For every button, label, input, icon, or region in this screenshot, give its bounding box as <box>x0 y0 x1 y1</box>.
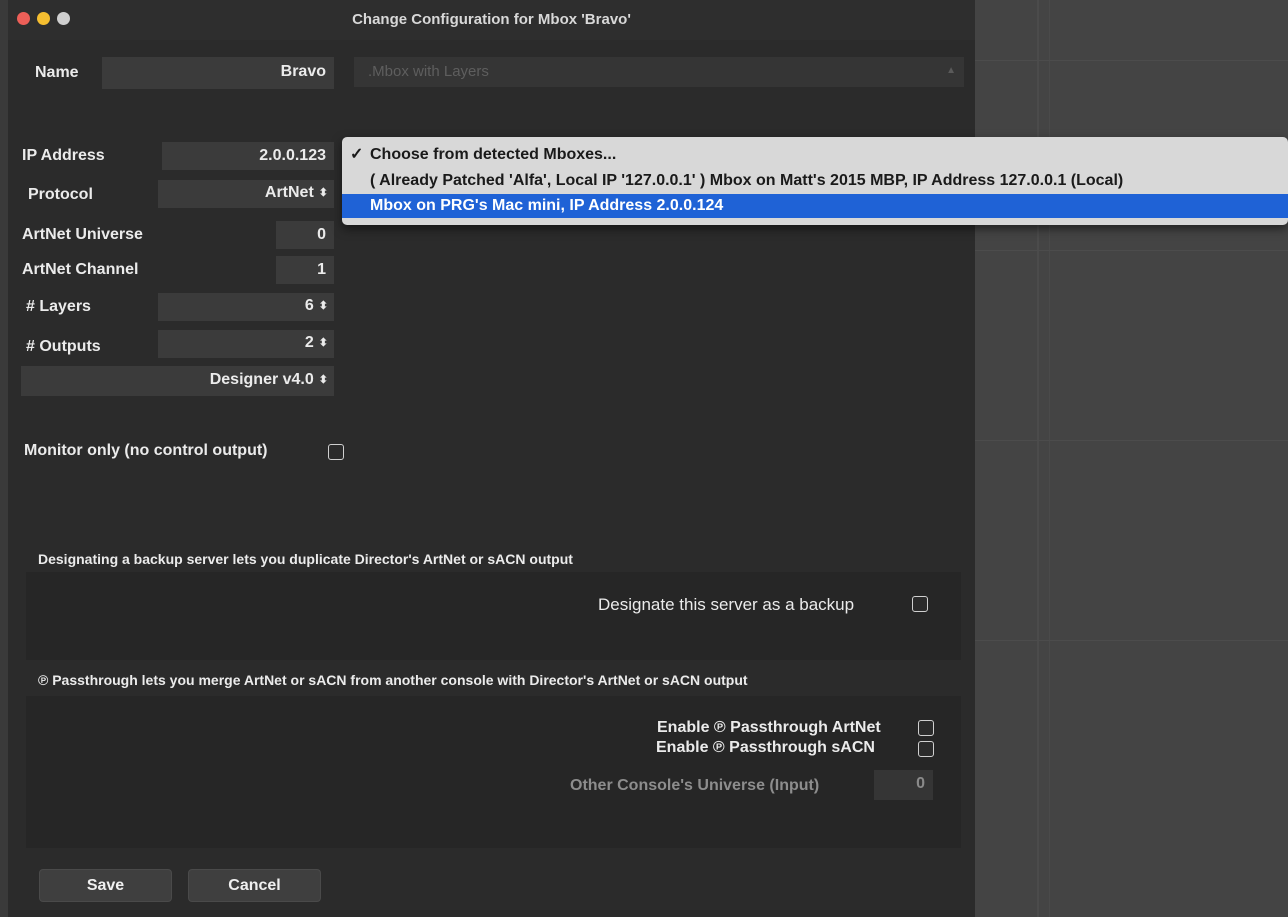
version-select[interactable]: Designer v4.0 ⬍ <box>21 366 334 396</box>
save-button[interactable]: Save <box>39 869 172 902</box>
window-title: Change Configuration for Mbox 'Bravo' <box>352 11 631 28</box>
passthrough-artnet-checkbox[interactable] <box>918 720 934 736</box>
outputs-label: # Outputs <box>26 338 101 355</box>
up-down-arrows-icon: ▲ <box>946 65 956 76</box>
background-line <box>975 250 1288 251</box>
other-universe-field[interactable]: 0 <box>874 770 933 800</box>
passthrough-group: Enable ℗ Passthrough ArtNet Enable ℗ Pas… <box>26 696 961 848</box>
backup-checkbox-label: Designate this server as a backup <box>598 595 855 614</box>
protocol-select[interactable]: ArtNet ⬍ <box>158 180 334 208</box>
menu-item-label: Choose from detected Mboxes... <box>370 146 617 163</box>
version-value: Designer v4.0 <box>209 371 314 388</box>
name-field[interactable]: Bravo <box>102 57 334 89</box>
passthrough-sacn-label: Enable ℗ Passthrough sACN <box>656 739 875 756</box>
ip-address-label: IP Address <box>22 147 105 164</box>
background-line <box>975 60 1288 61</box>
menu-item-choose[interactable]: ✓ Choose from detected Mboxes... <box>342 143 1288 167</box>
up-down-arrows-icon: ⬍ <box>318 187 328 199</box>
type-select[interactable]: .Mbox with Layers ▲ <box>354 57 964 87</box>
passthrough-description: ℗ Passthrough lets you merge ArtNet or s… <box>38 672 748 688</box>
background-line <box>975 440 1288 441</box>
menu-item-mac-mini[interactable]: Mbox on PRG's Mac mini, IP Address 2.0.0… <box>342 194 1288 218</box>
up-down-arrows-icon: ⬍ <box>318 300 328 312</box>
checkmark-icon: ✓ <box>350 146 364 163</box>
name-label: Name <box>35 64 79 81</box>
other-universe-label: Other Console's Universe (Input) <box>570 777 820 794</box>
artnet-channel-label: ArtNet Channel <box>22 261 139 278</box>
type-select-value: .Mbox with Layers <box>368 63 489 80</box>
protocol-label: Protocol <box>28 186 93 203</box>
cancel-button[interactable]: Cancel <box>188 869 321 902</box>
title-bar: Change Configuration for Mbox 'Bravo' <box>8 0 975 40</box>
backup-group: Designate this server as a backup <box>26 572 961 660</box>
backup-checkbox[interactable] <box>912 596 928 612</box>
outputs-value: 2 <box>304 334 314 351</box>
menu-item-label: Mbox on PRG's Mac mini, IP Address 2.0.0… <box>370 197 724 214</box>
menu-item-alfa[interactable]: ( Already Patched 'Alfa', Local IP '127.… <box>342 169 1288 193</box>
artnet-universe-field[interactable]: 0 <box>276 221 334 249</box>
passthrough-artnet-label: Enable ℗ Passthrough ArtNet <box>657 719 881 736</box>
up-down-arrows-icon: ⬍ <box>318 337 328 349</box>
ip-address-field[interactable]: 2.0.0.123 <box>162 142 334 170</box>
outputs-stepper[interactable]: 2 ⬍ <box>158 330 334 358</box>
detected-mboxes-menu: ✓ Choose from detected Mboxes... ( Alrea… <box>342 137 1288 225</box>
passthrough-sacn-checkbox[interactable] <box>918 741 934 757</box>
layers-stepper[interactable]: 6 ⬍ <box>158 293 334 321</box>
monitor-only-label: Monitor only (no control output) <box>24 442 268 459</box>
layers-label: # Layers <box>26 298 91 315</box>
backup-description: Designating a backup server lets you dup… <box>38 551 573 567</box>
layers-value: 6 <box>304 297 314 314</box>
background-line <box>975 640 1288 641</box>
monitor-only-checkbox[interactable] <box>328 444 344 460</box>
up-down-arrows-icon: ⬍ <box>318 374 328 386</box>
artnet-universe-label: ArtNet Universe <box>22 226 143 243</box>
artnet-channel-field[interactable]: 1 <box>276 256 334 284</box>
protocol-value: ArtNet <box>264 184 314 201</box>
menu-item-label: ( Already Patched 'Alfa', Local IP '127.… <box>370 172 1124 189</box>
